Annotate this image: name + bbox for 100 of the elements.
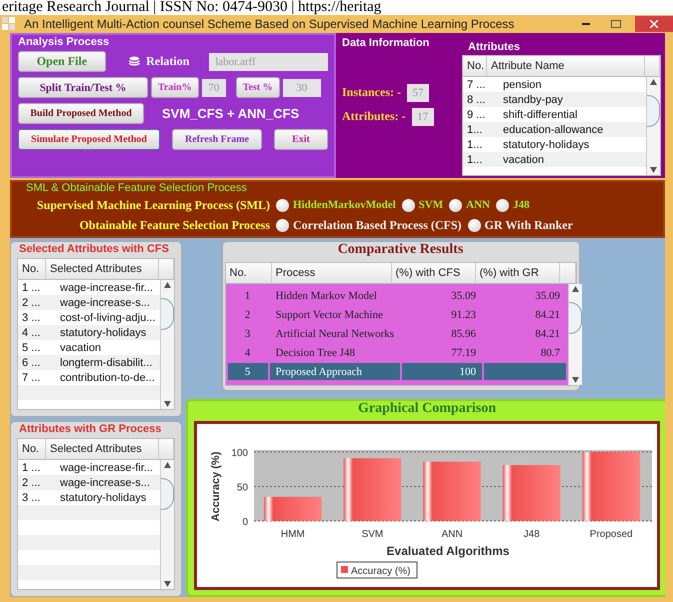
scroll-up-icon[interactable] bbox=[164, 462, 171, 468]
table-row[interactable]: 1... education-allowance bbox=[463, 122, 646, 137]
chart-legend: Accuracy (%) bbox=[336, 562, 418, 578]
scrollbar[interactable] bbox=[646, 77, 660, 175]
column-header[interactable]: Process bbox=[272, 263, 392, 283]
column-header[interactable]: No. bbox=[18, 259, 46, 279]
table-row[interactable]: 2 ... wage-increase-s... bbox=[18, 295, 160, 310]
radio-label[interactable]: Correlation Based Process (CFS) bbox=[293, 218, 462, 232]
bar bbox=[582, 452, 640, 521]
result-row[interactable]: 5 Proposed Approach 100 bbox=[228, 362, 566, 381]
table-row[interactable]: 4 ... statutory-holidays bbox=[18, 325, 160, 340]
group-title: Analysis Process bbox=[18, 36, 110, 48]
scrollbar[interactable] bbox=[568, 284, 582, 385]
table-row[interactable]: 8 ... standby-pay bbox=[463, 92, 646, 107]
radio-button[interactable] bbox=[496, 198, 509, 212]
split-train-test-button[interactable]: Split Train/Test % bbox=[18, 77, 148, 98]
scroll-down-icon[interactable] bbox=[164, 581, 171, 587]
group-title: Comparative Results bbox=[338, 242, 464, 258]
scroll-up-icon[interactable] bbox=[572, 286, 580, 292]
table-cell-text: 4 bbox=[244, 346, 252, 360]
scroll-up-icon[interactable] bbox=[650, 79, 657, 85]
table-cell-text: longterm-disabilit... bbox=[59, 356, 154, 370]
simulate-method-button[interactable]: Simulate Proposed Method bbox=[18, 129, 160, 150]
instances-value: 57 bbox=[407, 84, 429, 102]
table-cell-text: Support Vector Machine bbox=[274, 308, 384, 322]
column-header[interactable]: Attribute Name bbox=[487, 56, 645, 76]
refresh-frame-button[interactable]: Refresh Frame bbox=[172, 129, 262, 150]
method-label: SVM_CFS + ANN_CFS bbox=[162, 106, 300, 121]
result-row[interactable]: 2 Support Vector Machine 91.23 84.21 bbox=[228, 305, 566, 324]
radio-button[interactable] bbox=[402, 198, 415, 212]
legend-label: Accuracy (%) bbox=[351, 566, 410, 577]
maximize-icon bbox=[611, 20, 621, 28]
radio-button[interactable] bbox=[276, 218, 289, 232]
column-header[interactable]: Selected Attributes bbox=[46, 259, 159, 279]
scrollbar-thumb[interactable] bbox=[647, 95, 660, 127]
table-row[interactable]: 2 ... wage-increase-s... bbox=[18, 475, 160, 490]
close-icon bbox=[650, 20, 658, 28]
table-cell-text: statutory-holidays bbox=[502, 138, 590, 152]
radio-label[interactable]: ANN bbox=[466, 199, 490, 211]
result-row[interactable]: 3 Artificial Neural Networks 85.96 84.21 bbox=[228, 324, 566, 343]
train-button[interactable]: Train% bbox=[151, 77, 199, 98]
radio-button[interactable] bbox=[276, 198, 289, 212]
scrollbar[interactable] bbox=[160, 460, 174, 589]
table-cell-text: wage-increase-fir... bbox=[59, 460, 154, 475]
column-header[interactable]: (%) with CFS bbox=[392, 263, 476, 283]
scrollbar-thumb[interactable] bbox=[161, 298, 174, 330]
window-title: An Intelligent Multi-Action counsel Scheme Based on Supervised Machine Learning Process bbox=[24, 17, 516, 31]
table-cell-text: 77.19 bbox=[450, 346, 478, 360]
column-header[interactable]: Selected Attributes bbox=[46, 439, 159, 459]
table-cell-text: 1... bbox=[466, 122, 484, 137]
scrollbar-thumb[interactable] bbox=[569, 302, 582, 334]
radio-button[interactable] bbox=[468, 218, 481, 232]
radio-label[interactable]: HiddenMarkovModel bbox=[293, 199, 396, 211]
radio-label[interactable]: SVM bbox=[418, 199, 444, 211]
close-button[interactable] bbox=[635, 16, 673, 32]
open-file-button[interactable]: Open File bbox=[18, 51, 106, 72]
scroll-down-icon[interactable] bbox=[164, 401, 171, 407]
table-cell-text: 2 ... bbox=[21, 476, 42, 490]
x-tick-label: HMM bbox=[280, 529, 305, 540]
table-cell-text: vacation bbox=[502, 152, 545, 167]
table-cell-text: Hidden Markov Model bbox=[274, 288, 378, 304]
result-row[interactable]: 4 Decision Tree J48 77.19 80.7 bbox=[228, 343, 566, 362]
instances-label: Instances: - bbox=[342, 85, 401, 100]
y-tick-label: 100 bbox=[231, 448, 248, 459]
minimize-icon bbox=[582, 23, 590, 25]
table-cell-text: 2 ... bbox=[21, 296, 42, 310]
build-method-button[interactable]: Build Proposed Method bbox=[18, 103, 144, 124]
table-cell-text: statutory-holidays bbox=[59, 490, 148, 505]
radio-button[interactable] bbox=[449, 198, 462, 212]
table-cell-text: 3 bbox=[244, 326, 252, 342]
column-header[interactable]: No. bbox=[226, 263, 272, 283]
table-cell-text: statutory-holidays bbox=[59, 326, 148, 340]
scroll-down-icon[interactable] bbox=[572, 377, 580, 383]
table-cell-text: wage-increase-s... bbox=[59, 296, 151, 310]
radio-label[interactable]: GR With Ranker bbox=[484, 218, 573, 232]
app-icon bbox=[2, 17, 16, 31]
scrollbar-thumb[interactable] bbox=[161, 478, 174, 510]
column-header[interactable]: (%) with GR bbox=[476, 263, 560, 283]
scroll-up-icon[interactable] bbox=[164, 282, 171, 288]
table-cell-text: 1... bbox=[466, 152, 484, 167]
table-cell-text: 7 ... bbox=[466, 78, 486, 92]
column-header[interactable]: No. bbox=[18, 439, 46, 459]
result-row[interactable]: 1 Hidden Markov Model 35.09 35.09 bbox=[228, 286, 566, 305]
radio-label[interactable]: J48 bbox=[512, 199, 530, 211]
group-title: Attributes with GR Process bbox=[17, 423, 164, 435]
scroll-down-icon[interactable] bbox=[650, 167, 657, 173]
table-cell-text: standby-pay bbox=[502, 92, 564, 107]
table-cell-text: wage-increase-fir... bbox=[59, 280, 154, 295]
table-row[interactable]: 6 ... longterm-disabilit... bbox=[18, 355, 160, 370]
table-cell-text: 1 bbox=[244, 288, 252, 304]
table-cell-text: 5 ... bbox=[21, 340, 42, 355]
column-header[interactable]: No. bbox=[463, 56, 487, 76]
table-cell-text: 2 bbox=[244, 308, 252, 322]
scrollbar[interactable] bbox=[160, 280, 174, 409]
feature-selection-label: Obtainable Feature Selection Process bbox=[78, 216, 270, 234]
table-cell-text: pension bbox=[502, 78, 543, 92]
group-title: Graphical Comparison bbox=[358, 401, 496, 417]
exit-button[interactable]: Exit bbox=[274, 129, 328, 150]
test-button[interactable]: Test % bbox=[236, 77, 280, 98]
table-row[interactable]: 1... vacation bbox=[463, 152, 646, 167]
